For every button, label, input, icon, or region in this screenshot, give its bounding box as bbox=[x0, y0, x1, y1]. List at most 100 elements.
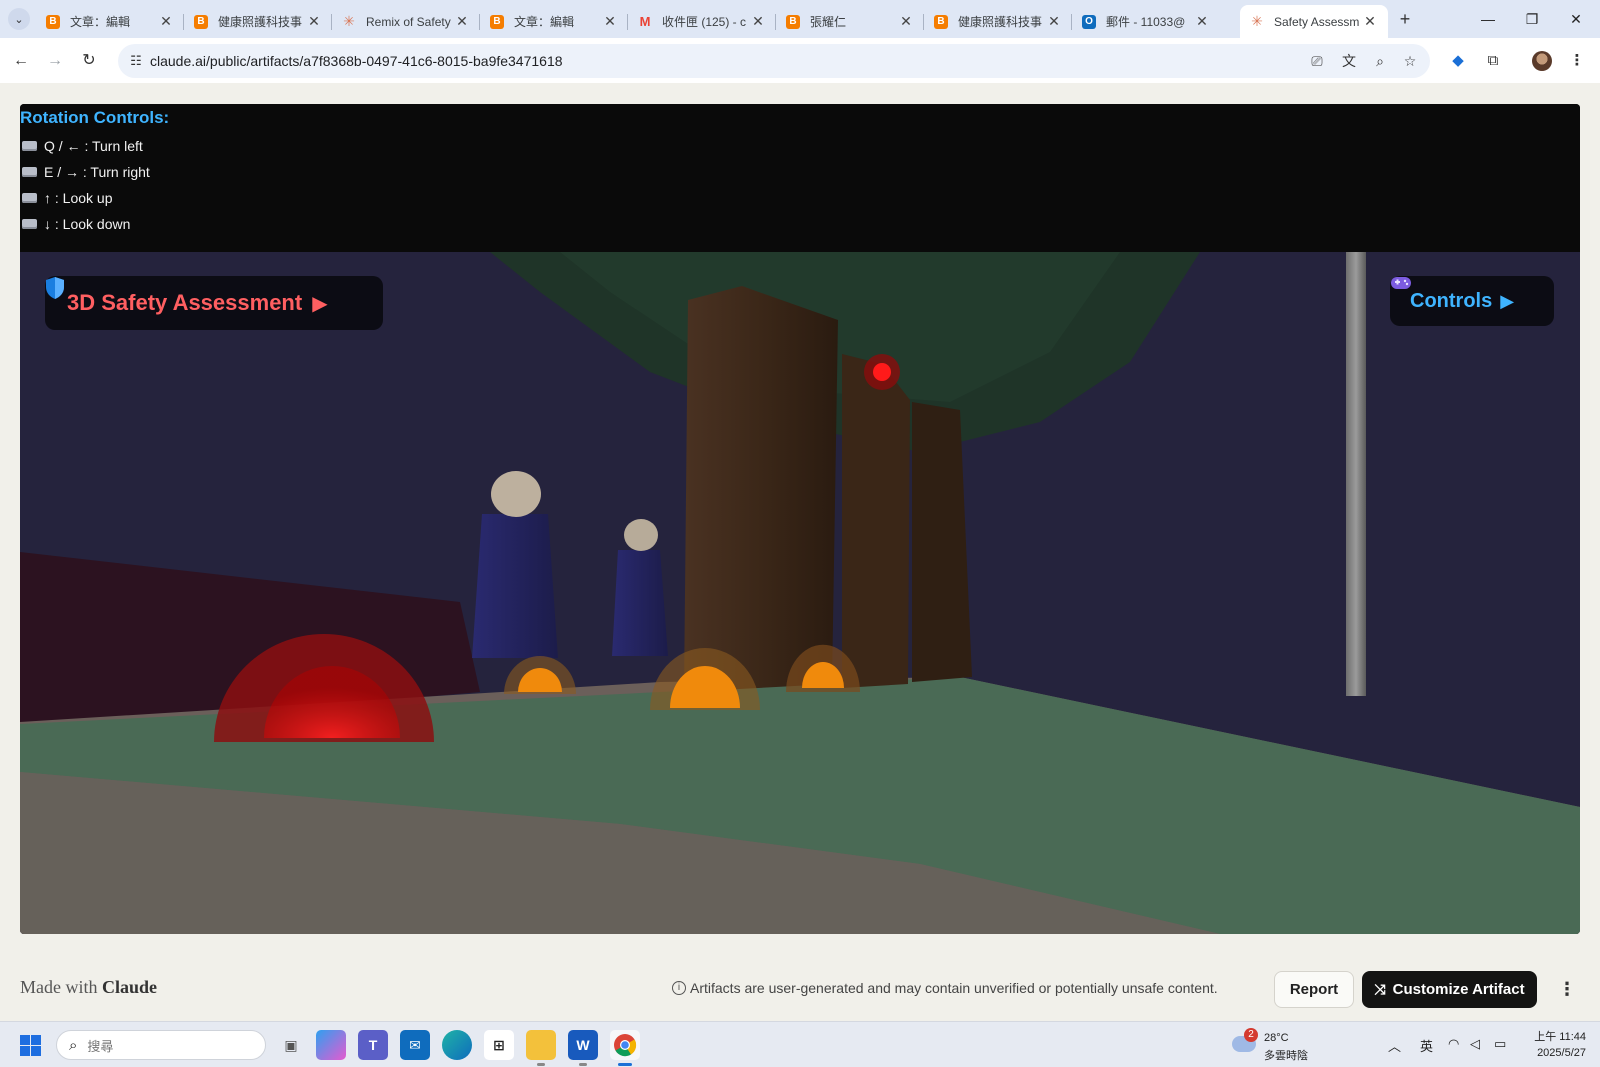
gmail-icon: M bbox=[639, 14, 651, 29]
report-button[interactable]: Report bbox=[1274, 971, 1354, 1008]
taskbar-search[interactable]: ⌕ 搜尋 bbox=[56, 1030, 266, 1060]
forward-icon[interactable]: → bbox=[42, 48, 68, 74]
rotation-controls-panel: Rotation Controls: Q / ← : Turn left E /… bbox=[20, 104, 1580, 252]
close-icon[interactable]: ✕ bbox=[1194, 13, 1210, 30]
translate-icon[interactable]: 文 bbox=[1338, 51, 1360, 71]
restore-icon[interactable]: ❐ bbox=[1512, 6, 1552, 32]
browser-toolbar: ← → ↻ ☷ claude.ai/public/artifacts/a7f83… bbox=[0, 38, 1600, 83]
controls-toggle[interactable]: Controls ▶ bbox=[1390, 276, 1554, 326]
shield-icon bbox=[46, 277, 64, 299]
task-view-icon[interactable]: ▣ bbox=[276, 1030, 306, 1060]
tab-1[interactable]: B 文章：編輯 ✕ bbox=[36, 5, 184, 38]
tab-2[interactable]: B 健康照護科技事 ✕ bbox=[184, 5, 332, 38]
tab-3[interactable]: ✳ Remix of Safety ✕ bbox=[332, 5, 480, 38]
clock-time: 上午 11:44 bbox=[1534, 1031, 1586, 1043]
chrome-icon[interactable] bbox=[610, 1030, 640, 1066]
weather-temp: 28°C bbox=[1264, 1032, 1289, 1044]
tab-9-active[interactable]: ✳ Safety Assessm ✕ bbox=[1240, 5, 1388, 38]
close-icon[interactable]: ✕ bbox=[306, 13, 322, 30]
tab-8[interactable]: O 郵件 - 11033@ ✕ bbox=[1072, 5, 1220, 38]
url-text[interactable]: claude.ai/public/artifacts/a7f8368b-0497… bbox=[150, 53, 563, 69]
tab-search-icon[interactable]: ⌄ bbox=[8, 8, 30, 30]
search-placeholder: 搜尋 bbox=[87, 1038, 114, 1054]
customize-artifact-label: Customize Artifact bbox=[1392, 981, 1525, 998]
close-icon[interactable]: ✕ bbox=[898, 13, 914, 30]
rotation-line-text: ↑ : Look up bbox=[44, 190, 113, 206]
new-tab-icon[interactable]: + bbox=[1394, 8, 1416, 30]
windows-taskbar: ⌕ 搜尋 ▣ T ✉ ⊞ W 2 28°C 多雲時陰 ︿ 英 ◠ ◁ ▭ 上午 … bbox=[0, 1021, 1600, 1067]
artifact-footer: Made with Claude i Artifacts are user-ge… bbox=[0, 955, 1600, 1021]
close-icon[interactable]: ✕ bbox=[1362, 13, 1378, 30]
made-with-prefix: Made with bbox=[20, 977, 98, 997]
bookmark-star-icon[interactable]: ☆ bbox=[1399, 51, 1421, 71]
battery-icon[interactable]: ▭ bbox=[1494, 1036, 1506, 1052]
keyboard-icon bbox=[22, 141, 37, 151]
claude-icon: ✳ bbox=[1251, 13, 1263, 29]
browser-menu-icon[interactable]: ⋮ bbox=[1566, 50, 1588, 72]
weather-desc: 多雲時陰 bbox=[1264, 1050, 1308, 1062]
copilot-icon[interactable] bbox=[316, 1030, 346, 1060]
mail-icon[interactable]: ✉ bbox=[400, 1030, 430, 1060]
disclaimer: i Artifacts are user-generated and may c… bbox=[672, 980, 1218, 996]
teams-icon[interactable]: T bbox=[358, 1030, 388, 1060]
minimize-icon[interactable]: — bbox=[1468, 6, 1508, 32]
tab-4[interactable]: B 文章：編輯 ✕ bbox=[480, 5, 628, 38]
file-explorer-icon[interactable] bbox=[526, 1030, 556, 1066]
system-clock[interactable]: 上午 11:44 2025/5/27 bbox=[1526, 1029, 1586, 1061]
windows-start-icon[interactable] bbox=[20, 1035, 41, 1056]
rotation-line-text: E / → : Turn right bbox=[44, 164, 150, 180]
install-app-icon[interactable]: ⎚ bbox=[1306, 51, 1328, 71]
info-icon: i bbox=[672, 981, 686, 995]
show-hidden-icons-icon[interactable]: ︿ bbox=[1388, 1036, 1401, 1055]
weather-widget[interactable]: 2 28°C 多雲時陰 bbox=[1232, 1028, 1322, 1062]
extensions-puzzle-icon[interactable]: ⧉ bbox=[1482, 50, 1504, 72]
rotation-line: Q / ← : Turn left bbox=[22, 138, 143, 154]
made-with-claude[interactable]: Made with Claude bbox=[20, 977, 157, 998]
keyboard-icon bbox=[22, 219, 37, 229]
zoom-icon[interactable]: ⌕ bbox=[1369, 51, 1391, 71]
close-icon[interactable]: ✕ bbox=[454, 13, 470, 30]
store-icon[interactable]: ⊞ bbox=[484, 1030, 514, 1060]
hud-title-label: 3D Safety Assessment bbox=[67, 290, 303, 315]
close-icon[interactable]: ✕ bbox=[158, 13, 174, 30]
reload-icon[interactable]: ↻ bbox=[76, 48, 102, 74]
clock-date: 2025/5/27 bbox=[1537, 1047, 1586, 1059]
extension-diamond-icon[interactable]: ◆ bbox=[1447, 50, 1469, 72]
address-bar[interactable]: ☷ claude.ai/public/artifacts/a7f8368b-04… bbox=[118, 44, 1430, 78]
close-icon[interactable]: ✕ bbox=[750, 13, 766, 30]
tab-title: 健康照護科技事 bbox=[958, 15, 1043, 29]
claude-brand: Claude bbox=[101, 977, 157, 997]
controls-label: Controls bbox=[1410, 289, 1493, 312]
tab-title: 健康照護科技事 bbox=[218, 15, 303, 29]
blogger-icon: B bbox=[194, 14, 208, 29]
tab-title: Safety Assessm bbox=[1274, 14, 1360, 29]
word-icon[interactable]: W bbox=[568, 1030, 598, 1066]
rotation-controls-title: Rotation Controls: bbox=[20, 108, 170, 127]
site-info-icon[interactable]: ☷ bbox=[126, 51, 146, 71]
blogger-icon: B bbox=[46, 14, 60, 29]
more-options-icon[interactable]: ⋮ bbox=[1558, 977, 1576, 1001]
rotation-line: ↓ : Look down bbox=[22, 216, 130, 232]
edge-icon[interactable] bbox=[442, 1030, 472, 1060]
tab-6[interactable]: B 張耀仁 ✕ bbox=[776, 5, 924, 38]
volume-icon[interactable]: ◁ bbox=[1470, 1036, 1480, 1052]
tab-7[interactable]: B 健康照護科技事 ✕ bbox=[924, 5, 1072, 38]
outlook-icon: O bbox=[1082, 14, 1096, 29]
tab-title: 收件匣 (125) - c bbox=[662, 15, 747, 29]
tab-title: 郵件 - 11033@ bbox=[1106, 15, 1186, 29]
tab-title: 文章：編輯 bbox=[514, 15, 575, 29]
customize-artifact-button[interactable]: ⤨ Customize Artifact bbox=[1362, 971, 1537, 1008]
3d-scene-canvas[interactable]: 3D Safety Assessment ▶ Controls ▶ bbox=[20, 252, 1580, 934]
wifi-icon[interactable]: ◠ bbox=[1448, 1036, 1459, 1052]
tab-5[interactable]: M 收件匣 (125) - c ✕ bbox=[628, 5, 776, 38]
input-method[interactable]: 英 bbox=[1420, 1036, 1433, 1055]
expand-triangle-icon: ▶ bbox=[1500, 290, 1515, 311]
disclaimer-text: Artifacts are user-generated and may con… bbox=[690, 980, 1218, 996]
safety-assessment-toggle[interactable]: 3D Safety Assessment ▶ bbox=[45, 276, 383, 330]
search-icon: ⌕ bbox=[69, 1036, 78, 1054]
close-window-icon[interactable]: ✕ bbox=[1556, 6, 1596, 32]
close-icon[interactable]: ✕ bbox=[1046, 13, 1062, 30]
close-icon[interactable]: ✕ bbox=[602, 13, 618, 30]
back-icon[interactable]: ← bbox=[8, 48, 34, 74]
profile-avatar[interactable] bbox=[1532, 51, 1552, 71]
